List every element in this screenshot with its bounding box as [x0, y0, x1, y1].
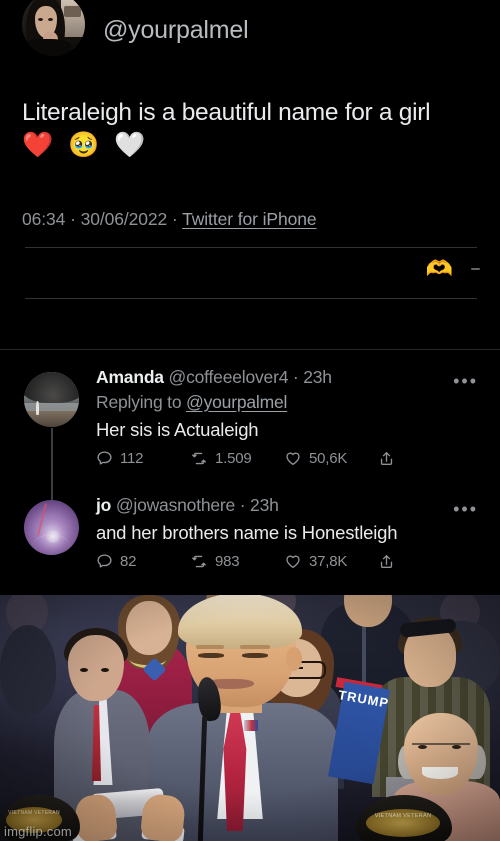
crowd-man-left-eye [80, 668, 88, 672]
reply-display-name[interactable]: jo [96, 495, 111, 515]
older-man-smile [422, 767, 458, 779]
comment-icon [97, 451, 112, 465]
imgflip-watermark: imgflip.com [4, 824, 72, 839]
tweet-date: 30/06/2022 [80, 209, 168, 229]
avatar[interactable] [22, 0, 85, 56]
heart-icon [286, 555, 300, 568]
replying-to-mention[interactable]: @yourpalmel [186, 392, 287, 412]
reply-actions: 82 983 37,8K [96, 553, 488, 570]
speaker-eye [242, 653, 268, 658]
placeholder-dash [471, 268, 480, 270]
reply-action-retweet[interactable]: 983 [190, 553, 284, 570]
share-icon [380, 451, 393, 465]
rally-photo: TRUMP VIETNAM VETERAN VIETNAM VETERAN im… [0, 595, 500, 841]
divider-top [25, 247, 477, 248]
reply-action-like[interactable]: 37,8K [284, 553, 378, 570]
reply-handle[interactable]: @coffeeelover4 [169, 367, 289, 387]
share-icon [380, 554, 393, 568]
older-man-eye [418, 745, 427, 749]
speaker-eye [198, 653, 224, 658]
avatar-shoulder [22, 39, 72, 56]
flag-lapel-pin-icon [244, 720, 258, 731]
crowd-woman-head [126, 601, 172, 655]
veteran-cap-right-text: VIETNAM VETERAN [366, 809, 440, 837]
retweet-icon [192, 555, 206, 567]
reply-action-retweet[interactable]: 1.509 [190, 450, 284, 467]
reply-avatar[interactable] [24, 500, 79, 555]
divider-bottom [25, 298, 477, 299]
reply-action-like[interactable]: 50,6K [284, 450, 378, 467]
comment-count: 82 [120, 552, 137, 570]
reply-content: jo @jowasnothere · 23h and her brothers … [96, 494, 488, 570]
heart-icon [286, 452, 300, 465]
speaker-hand-right [139, 792, 187, 841]
tweet-time: 06:34 [22, 209, 66, 229]
crowd-man-left-head [68, 635, 124, 701]
speaker-eyebrow [196, 645, 224, 649]
tweet-metadata: 06:34 · 30/06/2022 · Twitter for iPhone [22, 209, 317, 230]
replies-section: ••• Amanda @coffeeelover4 · 23h Replying… [0, 350, 500, 595]
tweet-text: Literaleigh is a beautiful name for a gi… [22, 99, 431, 126]
tweet-source-link[interactable]: Twitter for iPhone [182, 209, 316, 229]
reply-timestamp: 23h [303, 367, 332, 387]
reaction-row: 🫶 [426, 258, 480, 280]
avatar-water [24, 402, 79, 411]
like-count: 37,8K [309, 552, 348, 570]
reply-timestamp: 23h [250, 495, 279, 515]
like-count: 50,6K [309, 449, 348, 467]
speaker-hair [178, 595, 302, 649]
reply-display-name[interactable]: Amanda [96, 367, 164, 387]
replying-to-row: Replying to @yourpalmel [96, 390, 488, 415]
reply-timestamp-separator: · [288, 367, 304, 387]
reply-action-share[interactable] [378, 553, 395, 570]
retweet-icon [192, 452, 206, 465]
meta-separator-1: · [70, 209, 76, 229]
older-man-eye [452, 745, 461, 749]
reply-byline: jo @jowasnothere · 23h [96, 494, 488, 518]
retweet-count: 1.509 [215, 449, 252, 467]
reply-text: and her brothers name is Honestleigh [96, 521, 398, 543]
heart-hands-icon: 🫶 [425, 256, 453, 281]
comment-icon [97, 553, 112, 568]
reply-handle[interactable]: @jowasnothere [116, 495, 235, 515]
avatar-rock [24, 372, 79, 403]
reply-action-comment[interactable]: 82 [96, 553, 190, 570]
meme-image: @yourpalmel Literaleigh is a beautiful n… [0, 0, 500, 841]
main-tweet: @yourpalmel Literaleigh is a beautiful n… [0, 0, 500, 350]
speaker-ear [286, 647, 302, 671]
meta-separator-2: · [171, 209, 178, 229]
tweet-header: @yourpalmel [22, 0, 249, 60]
speaker-eyebrow [240, 645, 270, 649]
avatar-sand [24, 410, 79, 427]
reply-timestamp-separator: · [235, 495, 251, 515]
crowd-man-left-eye [101, 668, 109, 672]
reply-action-share[interactable] [378, 450, 395, 467]
reply-content: Amanda @coffeeelover4 · 23h Replying to … [96, 366, 488, 467]
reply-actions: 112 1.509 50,6K [96, 450, 488, 467]
tweet-emoji-row: ❤️ 🥹 🤍 [22, 130, 150, 159]
retweet-count: 983 [215, 552, 240, 570]
comment-count: 112 [120, 449, 144, 467]
tweet-handle[interactable]: @yourpalmel [103, 16, 249, 45]
crowd-figure [0, 625, 56, 715]
reply-byline: Amanda @coffeeelover4 · 23h [96, 366, 488, 390]
tweet-body: Literaleigh is a beautiful name for a gi… [22, 98, 490, 159]
reply-text: Her sis is Actualeigh [96, 419, 259, 440]
thread-connector-line [51, 428, 53, 500]
reply-avatar[interactable] [24, 372, 79, 427]
replying-to-label: Replying to [96, 391, 182, 412]
reply-action-comment[interactable]: 112 [96, 450, 190, 467]
